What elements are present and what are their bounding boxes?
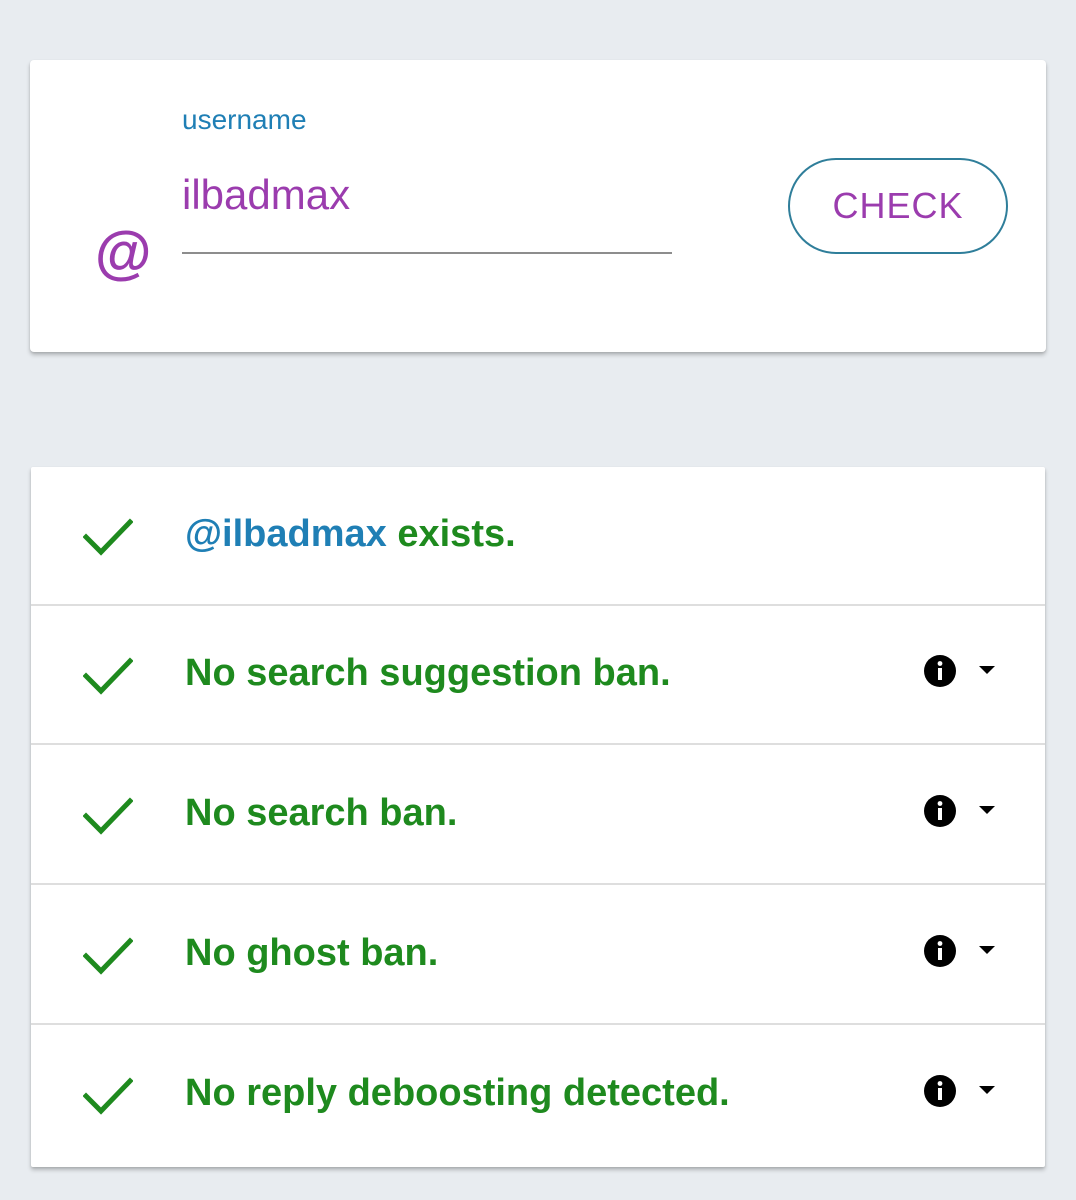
result-message: No search suggestion ban. <box>185 652 671 694</box>
checkmark-icon <box>83 518 133 556</box>
result-row-exists: @ilbadmax exists. <box>31 467 1045 606</box>
username-field-label: username <box>182 104 307 135</box>
results-card: @ilbadmax exists. No search suggestion b… <box>31 467 1045 1167</box>
result-row-reply-deboosting[interactable]: No reply deboosting detected. <box>31 1026 1045 1165</box>
username-handle: @ilbadmax <box>185 513 387 555</box>
result-row-search-suggestion-ban[interactable]: No search suggestion ban. <box>31 606 1045 745</box>
result-row-search-ban[interactable]: No search ban. <box>31 746 1045 885</box>
username-input[interactable] <box>182 168 672 222</box>
at-sign-icon: @ <box>94 221 151 286</box>
username-search-card: @ username CHECK <box>30 60 1046 352</box>
checkmark-icon <box>83 797 133 835</box>
result-message: No ghost ban. <box>185 932 439 974</box>
username-input-underline <box>182 252 672 254</box>
checkmark-icon <box>83 1077 133 1115</box>
dropdown-arrow-icon[interactable] <box>978 664 996 676</box>
check-button[interactable]: CHECK <box>788 158 1008 254</box>
checkmark-icon <box>83 937 133 975</box>
info-icon[interactable] <box>923 654 957 688</box>
checkmark-icon <box>83 657 133 695</box>
info-icon[interactable] <box>923 794 957 828</box>
result-message: exists. <box>386 513 516 555</box>
info-icon[interactable] <box>923 934 957 968</box>
result-text: @ilbadmax exists. <box>185 513 516 556</box>
dropdown-arrow-icon[interactable] <box>978 804 996 816</box>
dropdown-arrow-icon[interactable] <box>978 1084 996 1096</box>
info-icon[interactable] <box>923 1074 957 1108</box>
result-row-ghost-ban[interactable]: No ghost ban. <box>31 886 1045 1025</box>
result-message: No reply deboosting detected. <box>185 1072 730 1114</box>
result-message: No search ban. <box>185 792 458 834</box>
dropdown-arrow-icon[interactable] <box>978 944 996 956</box>
